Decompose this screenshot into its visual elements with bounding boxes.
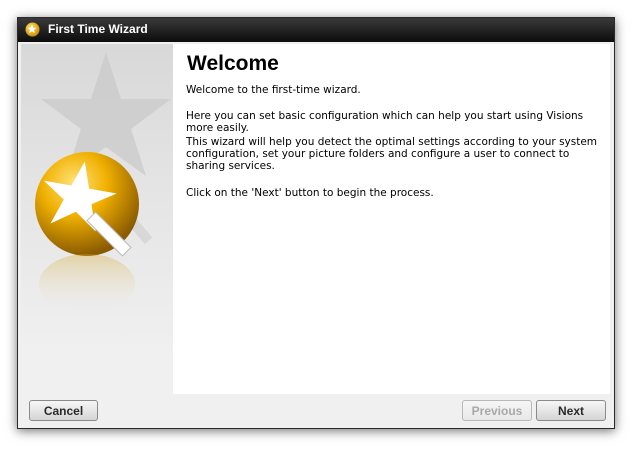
page-title: Welcome xyxy=(187,52,279,75)
side-banner xyxy=(21,44,173,354)
previous-button[interactable]: Previous xyxy=(462,400,532,421)
content-panel: Welcome Welcome to the first-time wizard… xyxy=(173,44,610,394)
wizard-body: Welcome Welcome to the first-time wizard… xyxy=(21,44,610,424)
intro-text: Welcome to the first-time wizard. xyxy=(186,84,361,96)
wizard-star-icon xyxy=(25,22,40,37)
description-text: Here you can set basic configuration whi… xyxy=(186,110,584,134)
cancel-button[interactable]: Cancel xyxy=(29,400,98,421)
wizard-banner-icon xyxy=(35,52,171,314)
next-button[interactable]: Next xyxy=(536,400,606,421)
wizard-window: First Time Wizard Welcome Welcome to the… xyxy=(17,17,615,429)
instruction-text: Click on the 'Next' button to begin the … xyxy=(186,187,434,199)
details-text: This wizard will help you detect the opt… xyxy=(186,136,598,172)
title-bar[interactable]: First Time Wizard xyxy=(18,18,614,42)
window-title: First Time Wizard xyxy=(48,22,148,36)
